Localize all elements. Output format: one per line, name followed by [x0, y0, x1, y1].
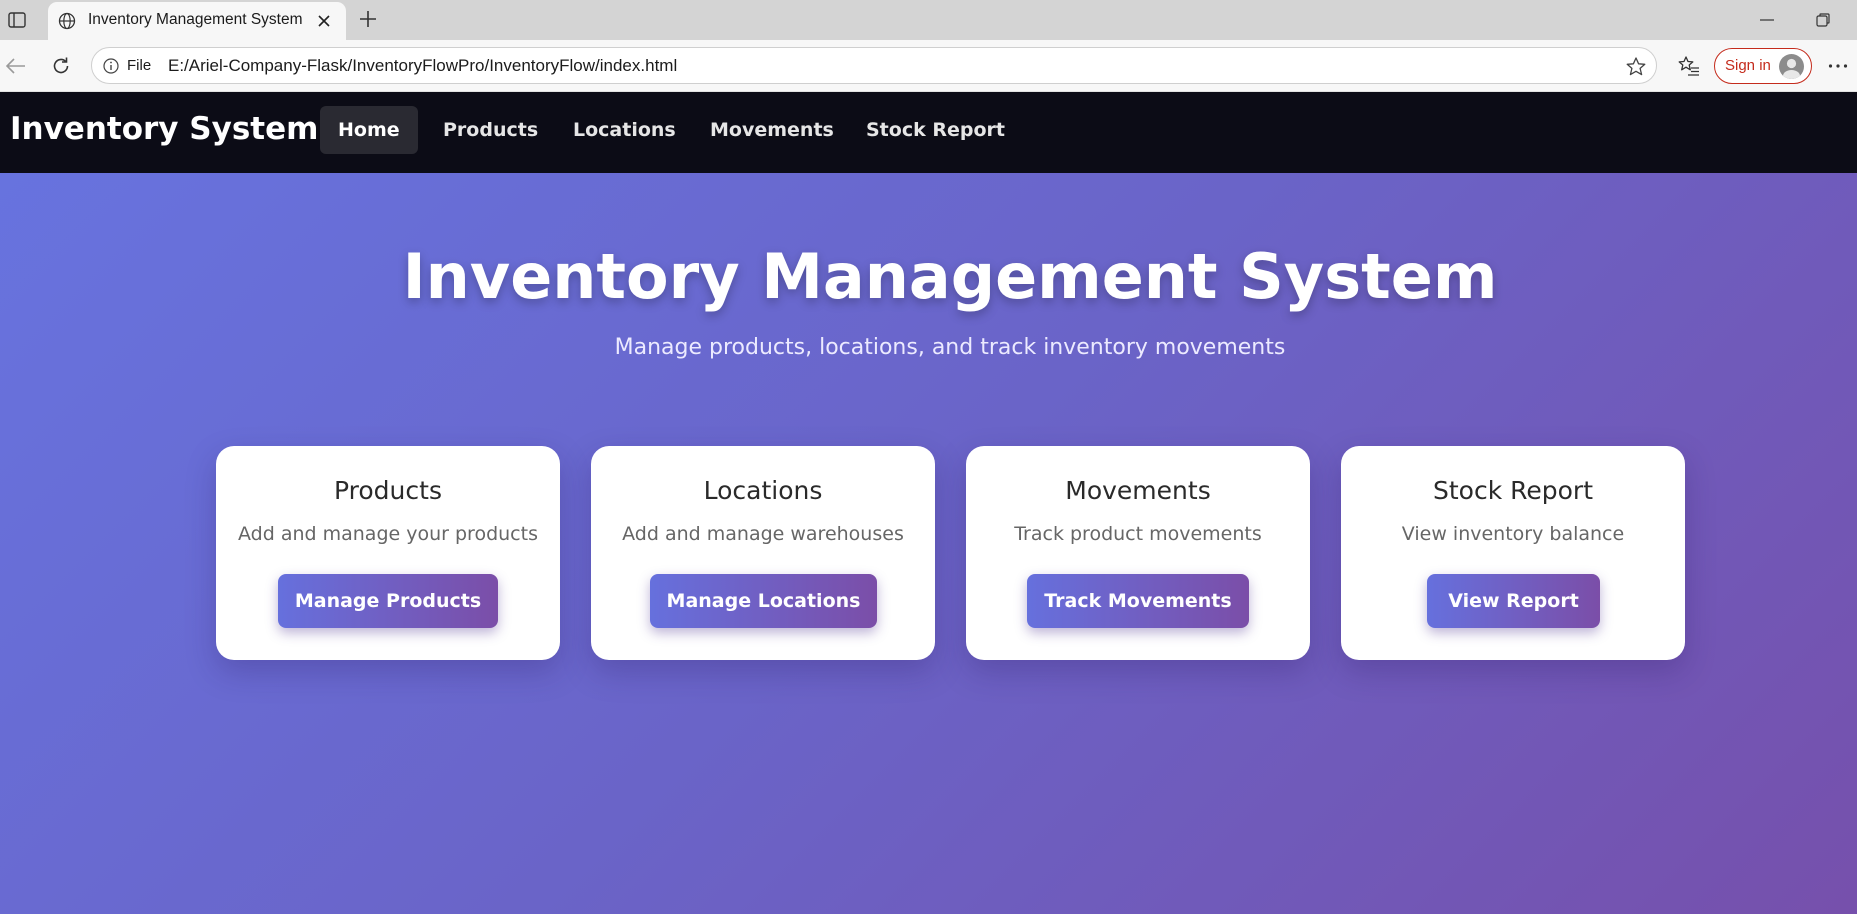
url-text[interactable]: E:/Ariel-Company-Flask/InventoryFlowPro/… — [168, 56, 677, 76]
card-locations: Locations Add and manage warehouses Mana… — [591, 446, 935, 660]
nav-link-products[interactable]: Products — [425, 106, 556, 154]
new-tab-plus-icon[interactable] — [356, 7, 380, 31]
more-options-icon[interactable] — [1824, 53, 1852, 79]
view-report-button[interactable]: View Report — [1427, 574, 1600, 628]
card-description: Add and manage warehouses — [622, 523, 904, 545]
card-description: View inventory balance — [1401, 523, 1625, 545]
track-movements-button[interactable]: Track Movements — [1027, 574, 1249, 628]
manage-products-button[interactable]: Manage Products — [278, 574, 498, 628]
nav-link-locations[interactable]: Locations — [555, 106, 694, 154]
app-navbar: Inventory System Home Products Locations… — [0, 92, 1857, 173]
manage-locations-button[interactable]: Manage Locations — [650, 574, 877, 628]
card-stock-report: Stock Report View inventory balance View… — [1341, 446, 1685, 660]
favorites-list-icon[interactable] — [1675, 53, 1703, 79]
sign-in-label: Sign in — [1725, 57, 1771, 74]
avatar-icon — [1779, 54, 1804, 79]
card-title: Locations — [703, 476, 823, 505]
browser-tab-active[interactable]: Inventory Management System — [48, 2, 346, 40]
reload-icon[interactable] — [47, 53, 75, 79]
address-bar[interactable]: File E:/Ariel-Company-Flask/InventoryFlo… — [91, 47, 1657, 84]
globe-icon — [56, 10, 78, 32]
star-icon[interactable] — [1624, 55, 1648, 77]
card-title: Stock Report — [1432, 476, 1593, 505]
card-description: Track product movements — [1014, 523, 1262, 545]
tab-title: Inventory Management System — [88, 11, 303, 28]
info-icon[interactable] — [102, 57, 120, 75]
card-movements: Movements Track product movements Track … — [966, 446, 1310, 660]
tab-actions-icon[interactable] — [6, 9, 28, 31]
close-icon[interactable] — [313, 10, 335, 32]
sign-in-button[interactable]: Sign in — [1714, 48, 1812, 84]
nav-link-movements[interactable]: Movements — [692, 106, 852, 154]
nav-link-stock-report[interactable]: Stock Report — [848, 106, 1023, 154]
nav-link-home[interactable]: Home — [320, 106, 418, 154]
brand-logo-text[interactable]: Inventory System — [10, 111, 318, 147]
site-info-label[interactable]: File — [127, 57, 151, 74]
browser-tab-strip: Inventory Management System — [0, 0, 1857, 40]
card-title: Products — [334, 476, 442, 505]
minimize-icon[interactable] — [1754, 8, 1780, 32]
browser-toolbar: File E:/Ariel-Company-Flask/InventoryFlo… — [0, 40, 1857, 92]
hero-title: Inventory Management System — [402, 240, 1498, 313]
card-products: Products Add and manage your products Ma… — [216, 446, 560, 660]
back-arrow-icon[interactable] — [2, 53, 30, 79]
card-description: Add and manage your products — [238, 523, 538, 545]
restore-window-icon[interactable] — [1810, 8, 1836, 32]
card-title: Movements — [1065, 476, 1211, 505]
hero-subtitle: Manage products, locations, and track in… — [614, 335, 1286, 360]
page-content: Inventory System Home Products Locations… — [0, 92, 1857, 914]
